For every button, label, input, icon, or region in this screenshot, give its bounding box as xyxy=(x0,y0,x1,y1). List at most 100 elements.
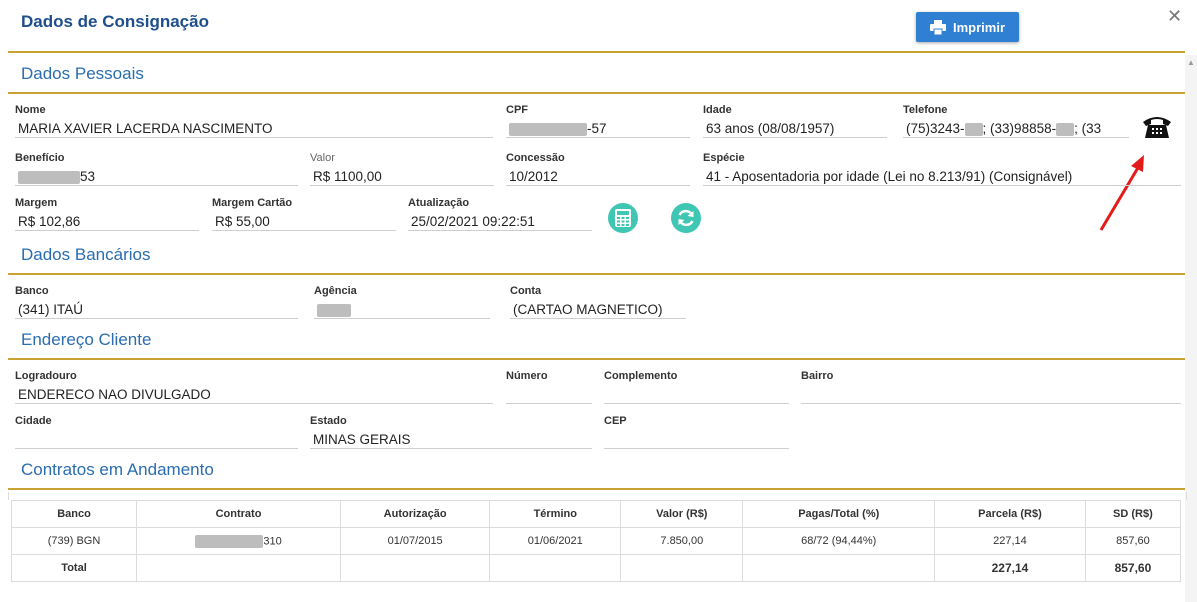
contracts-table: Banco Contrato Autorização Término Valor… xyxy=(10,500,1182,582)
close-icon[interactable]: ✕ xyxy=(1167,6,1182,27)
beneficio-field[interactable]: 53 xyxy=(15,168,298,186)
beneficio-label: Benefício xyxy=(15,152,65,164)
idade-field[interactable]: 63 anos (08/08/1957) xyxy=(703,120,887,138)
empty-cell xyxy=(620,554,744,582)
margem-field[interactable]: R$ 102,86 xyxy=(15,213,199,231)
margem-cartao-field[interactable]: R$ 55,00 xyxy=(212,213,396,231)
cell-contrato: 310 xyxy=(136,527,341,555)
beneficio-suffix: 53 xyxy=(80,169,96,184)
empty-cell xyxy=(742,554,936,582)
table-row[interactable]: (739) BGN 310 01/07/2015 01/06/2021 7.85… xyxy=(10,527,1182,555)
agencia-field[interactable] xyxy=(314,301,490,319)
cpf-suffix: -57 xyxy=(587,121,607,136)
col-autorizacao[interactable]: Autorização xyxy=(339,500,491,528)
tel-part: ; (33 xyxy=(1074,121,1102,136)
atualizacao-field[interactable]: 25/02/2021 09:22:51 xyxy=(408,213,592,231)
empty-cell xyxy=(136,554,341,582)
refresh-glyph xyxy=(678,209,694,227)
col-sd[interactable]: SD (R$) xyxy=(1084,500,1182,528)
calculator-glyph xyxy=(615,209,631,227)
cell-banco: (739) BGN xyxy=(10,527,138,555)
bairro-label: Bairro xyxy=(801,370,834,382)
print-button-label: Imprimir xyxy=(952,19,1005,35)
cpf-field[interactable]: -57 xyxy=(506,120,690,138)
cell-autorizacao: 01/07/2015 xyxy=(339,527,491,555)
total-sd: 857,60 xyxy=(1084,554,1182,582)
estado-field[interactable]: MINAS GERAIS xyxy=(310,431,592,449)
agencia-label: Agência xyxy=(314,285,357,297)
col-valor[interactable]: Valor (R$) xyxy=(620,500,744,528)
tel-part: ; (33)98858- xyxy=(982,121,1057,136)
table-total-row: Total 227,14 857,60 xyxy=(10,554,1182,582)
cell-sd: 857,60 xyxy=(1084,527,1182,555)
numero-label: Número xyxy=(506,370,548,382)
cep-field[interactable] xyxy=(604,431,789,449)
nome-label: Nome xyxy=(15,104,46,116)
complemento-label: Complemento xyxy=(604,370,678,382)
idade-label: Idade xyxy=(703,104,732,116)
telefone-field[interactable]: (75)3243- ; (33)98858- ; (33 xyxy=(903,120,1129,138)
bairro-field[interactable] xyxy=(801,386,1181,404)
estado-label: Estado xyxy=(310,415,347,427)
divider xyxy=(8,488,1185,490)
cell-pagas: 68/72 (94,44%) xyxy=(742,527,936,555)
redacted-mask xyxy=(18,170,80,184)
cpf-label: CPF xyxy=(506,104,528,116)
total-label: Total xyxy=(10,554,138,582)
cidade-label: Cidade xyxy=(15,415,52,427)
valor-label: Valor xyxy=(310,152,335,164)
divider xyxy=(8,358,1185,360)
contrato-suffix: 310 xyxy=(263,534,282,547)
banco-label: Banco xyxy=(15,285,49,297)
cell-valor: 7.850,00 xyxy=(620,527,744,555)
col-pagas[interactable]: Pagas/Total (%) xyxy=(742,500,936,528)
redacted-mask xyxy=(317,303,351,317)
complemento-field[interactable] xyxy=(604,386,789,404)
telephone-icon[interactable] xyxy=(1141,113,1173,140)
section-contratos: Contratos em Andamento xyxy=(21,460,214,479)
empty-cell xyxy=(489,554,622,582)
logradouro-field[interactable]: ENDERECO NAO DIVULGADO xyxy=(15,386,493,404)
cep-label: CEP xyxy=(604,415,627,427)
divider xyxy=(8,51,1185,53)
margem-label: Margem xyxy=(15,197,58,209)
banco-field[interactable]: (341) ITAÚ xyxy=(15,301,298,319)
logradouro-label: Logradouro xyxy=(15,370,77,382)
print-button[interactable]: Imprimir xyxy=(916,12,1019,42)
red-arrow xyxy=(1099,155,1144,231)
concessao-label: Concessão xyxy=(506,152,565,164)
redacted-mask xyxy=(964,122,983,136)
concessao-field[interactable]: 10/2012 xyxy=(506,168,690,186)
especie-field[interactable]: 41 - Aposentadoria por idade (Lei no 8.2… xyxy=(703,168,1181,186)
calculator-icon[interactable] xyxy=(608,203,638,233)
refresh-icon[interactable] xyxy=(671,203,701,233)
scrollbar[interactable] xyxy=(1185,55,1197,602)
margem-cartao-label: Margem Cartão xyxy=(212,197,293,209)
section-dados-bancarios: Dados Bancários xyxy=(21,245,151,264)
scroll-up-icon[interactable]: ▲ xyxy=(1187,58,1195,67)
conta-label: Conta xyxy=(510,285,542,297)
tel-part: (75)3243- xyxy=(906,121,965,136)
col-contrato[interactable]: Contrato xyxy=(136,500,341,528)
especie-label: Espécie xyxy=(703,152,745,164)
conta-field[interactable]: (CARTAO MAGNETICO) xyxy=(510,301,686,319)
col-termino[interactable]: Término xyxy=(489,500,622,528)
atualizacao-label: Atualização xyxy=(408,197,470,209)
col-banco[interactable]: Banco xyxy=(10,500,138,528)
divider xyxy=(8,273,1185,275)
col-parcela[interactable]: Parcela (R$) xyxy=(934,500,1086,528)
empty-cell xyxy=(339,554,491,582)
numero-field[interactable] xyxy=(506,386,592,404)
section-dados-pessoais: Dados Pessoais xyxy=(21,64,144,83)
valor-field[interactable]: R$ 1100,00 xyxy=(310,168,494,186)
cell-parcela: 227,14 xyxy=(934,527,1086,555)
table-frame xyxy=(8,492,1187,500)
redacted-mask xyxy=(1056,122,1075,136)
cell-termino: 01/06/2021 xyxy=(489,527,622,555)
cidade-field[interactable] xyxy=(15,431,298,449)
nome-field[interactable]: MARIA XAVIER LACERDA NASCIMENTO xyxy=(15,120,493,138)
table-header-row: Banco Contrato Autorização Término Valor… xyxy=(10,500,1182,528)
total-parcela: 227,14 xyxy=(934,554,1086,582)
redacted-mask xyxy=(509,122,587,136)
section-endereco-cliente: Endereço Cliente xyxy=(21,330,152,349)
